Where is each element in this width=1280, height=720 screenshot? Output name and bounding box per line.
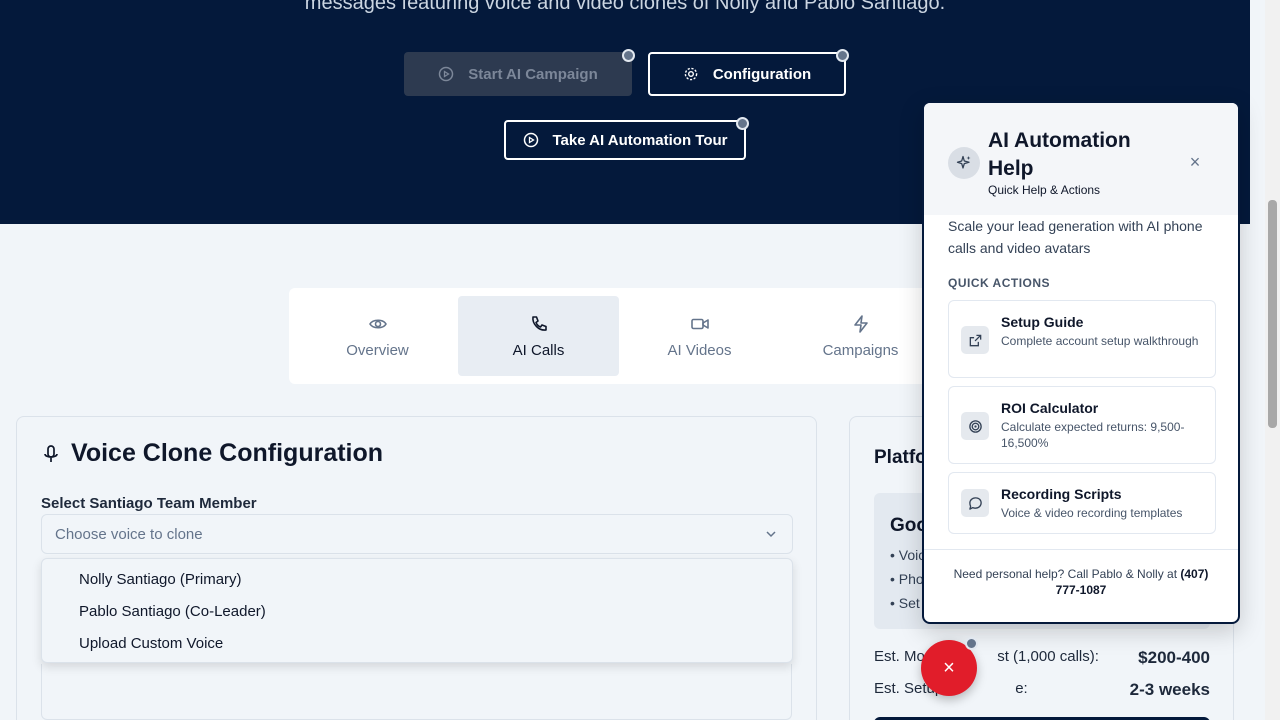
- action-setup-guide[interactable]: Setup Guide Complete account setup walkt…: [948, 300, 1216, 378]
- indicator-dot: [736, 117, 749, 130]
- indicator-dot: [965, 637, 978, 650]
- start-ai-campaign-label: Start AI Campaign: [468, 65, 598, 83]
- team-member-label: Select Santiago Team Member: [41, 495, 257, 512]
- voice-clone-title: Voice Clone Configuration: [41, 439, 383, 468]
- help-description: Scale your lead generation with AI phone…: [948, 218, 1203, 256]
- start-ai-campaign-button[interactable]: Start AI Campaign: [404, 52, 632, 96]
- tab-label: Campaigns: [822, 341, 899, 359]
- help-avatar: [948, 147, 980, 179]
- hero-text: messages featuring voice and video clone…: [304, 0, 946, 14]
- tab-label: AI Calls: [512, 341, 565, 359]
- tab-overview[interactable]: Overview: [297, 296, 458, 376]
- sparkle-icon: [956, 155, 971, 169]
- action-roi-calculator[interactable]: ROI Calculator Calculate expected return…: [948, 386, 1216, 464]
- help-footer-text: Need personal help? Call Pablo & Nolly a…: [953, 567, 1181, 581]
- phone-icon: [531, 315, 547, 331]
- action-description: Voice & video recording templates: [1001, 506, 1183, 520]
- external-link-icon: [961, 326, 989, 354]
- indicator-dot: [836, 49, 849, 62]
- voice-options-dropdown: Nolly Santiago (Primary) Pablo Santiago …: [41, 558, 793, 663]
- platform-feature: • Set: [890, 595, 920, 611]
- voice-option-nolly[interactable]: Nolly Santiago (Primary): [42, 563, 792, 595]
- close-icon[interactable]: ×: [1186, 153, 1204, 171]
- setup-time-value: 2-3 weeks: [1129, 680, 1210, 699]
- action-title: Recording Scripts: [1001, 486, 1122, 502]
- tab-campaigns[interactable]: Campaigns: [780, 296, 941, 376]
- tab-bar: Overview AI Calls AI Videos Campaigns: [289, 288, 949, 384]
- action-title: ROI Calculator: [1001, 400, 1099, 416]
- take-tour-label: Take AI Automation Tour: [552, 131, 728, 149]
- quick-actions-heading: QUICK ACTIONS: [948, 276, 1051, 290]
- monthly-cost-value: $200-400: [1138, 648, 1210, 667]
- play-circle-icon: [439, 66, 454, 82]
- voice-option-pablo[interactable]: Pablo Santiago (Co-Leader): [42, 595, 792, 627]
- help-subtitle: Quick Help & Actions: [988, 183, 1101, 197]
- indicator-dot: [622, 49, 635, 62]
- platform-feature: • Voic: [890, 547, 926, 563]
- help-footer: Need personal help? Call Pablo & Nolly a…: [924, 549, 1238, 598]
- play-circle-icon: [523, 132, 538, 148]
- script-textarea[interactable]: [41, 664, 792, 720]
- take-tour-button[interactable]: Take AI Automation Tour: [504, 120, 746, 160]
- help-title: AI Automation Help: [988, 129, 1131, 180]
- microphone-icon: [44, 444, 58, 462]
- ai-automation-help-panel: AI Automation Help Quick Help & Actions …: [922, 101, 1240, 624]
- voice-option-upload[interactable]: Upload Custom Voice: [42, 627, 792, 659]
- voice-select-placeholder: Choose voice to clone: [55, 525, 203, 543]
- chat-bubble-icon: [961, 489, 989, 517]
- action-recording-scripts[interactable]: Recording Scripts Voice & video recordin…: [948, 472, 1216, 534]
- lightning-icon: [853, 314, 868, 333]
- target-icon: [961, 412, 989, 440]
- tab-ai-calls[interactable]: AI Calls: [458, 296, 619, 376]
- platform-title: Platfo: [874, 447, 927, 468]
- configuration-button[interactable]: Configuration: [648, 52, 846, 96]
- configuration-label: Configuration: [712, 65, 812, 83]
- action-description: Complete account setup walkthrough: [1001, 334, 1199, 348]
- eye-icon: [368, 318, 387, 329]
- scrollbar-thumb[interactable]: [1268, 200, 1277, 428]
- platform-feature: • Pho: [890, 571, 924, 587]
- tab-label: Overview: [346, 341, 409, 359]
- voice-select[interactable]: Choose voice to clone: [41, 514, 793, 554]
- action-description: Calculate expected returns: 9,500-16,500…: [1001, 420, 1185, 450]
- tab-label: AI Videos: [667, 341, 732, 359]
- video-icon: [690, 318, 709, 329]
- action-title: Setup Guide: [1001, 314, 1084, 330]
- chevron-down-icon: [766, 531, 776, 538]
- voice-clone-title-text: Voice Clone Configuration: [71, 439, 384, 467]
- tab-ai-videos[interactable]: AI Videos: [619, 296, 780, 376]
- gear-icon: [684, 67, 698, 81]
